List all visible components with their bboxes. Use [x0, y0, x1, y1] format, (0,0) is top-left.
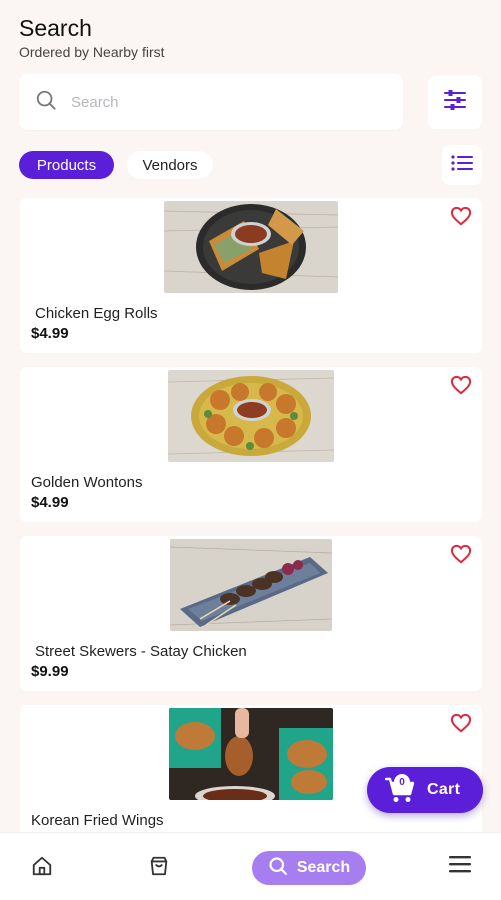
product-price: $4.99 [31, 325, 69, 342]
egg-rolls-photo [164, 201, 338, 293]
nav-search[interactable]: Search [252, 851, 366, 885]
product-card[interactable]: Golden Wontons $4.99 [20, 367, 482, 522]
list-icon [451, 154, 473, 176]
favorite-heart-icon[interactable] [450, 713, 472, 733]
home-icon [31, 855, 53, 882]
favorite-heart-icon[interactable] [450, 375, 472, 395]
page-subtitle: Ordered by Nearby first [19, 44, 165, 60]
tab-products[interactable]: Products [19, 151, 114, 179]
search-icon [35, 89, 57, 116]
product-name: Korean Fried Wings [31, 812, 164, 829]
nav-search-label: Search [296, 859, 351, 876]
product-name: Chicken Egg Rolls [35, 305, 158, 322]
nav-orders[interactable] [148, 855, 170, 882]
wontons-photo [168, 370, 334, 462]
filter-button[interactable] [428, 75, 482, 129]
tab-vendors[interactable]: Vendors [127, 151, 213, 179]
product-price: $4.99 [31, 494, 69, 511]
search-icon [268, 856, 288, 881]
product-name: Golden Wontons [31, 474, 143, 491]
shopping-bag-icon [148, 855, 170, 882]
product-card[interactable]: Chicken Egg Rolls $4.99 [20, 198, 482, 353]
search-bar[interactable] [19, 74, 403, 130]
page-title: Search [19, 15, 92, 41]
search-input[interactable] [71, 93, 371, 111]
favorite-heart-icon[interactable] [450, 206, 472, 226]
product-card[interactable]: Street Skewers - Satay Chicken $9.99 [20, 536, 482, 691]
menu-icon [449, 855, 471, 878]
product-name: Street Skewers - Satay Chicken [35, 643, 247, 660]
skewers-photo [170, 539, 332, 631]
list-view-button[interactable] [442, 145, 482, 185]
cart-button[interactable]: 0 Cart [367, 767, 483, 813]
wings-photo [169, 708, 333, 800]
cart-label: Cart [427, 781, 461, 798]
cart-icon: 0 [384, 774, 415, 803]
sliders-icon [444, 89, 466, 115]
cart-count-badge: 0 [394, 774, 410, 790]
nav-home[interactable] [31, 855, 53, 882]
bottom-nav: Search [0, 832, 501, 900]
tabs: Products Vendors [19, 151, 213, 179]
header: Search Ordered by Nearby first [19, 14, 165, 61]
product-list: Chicken Egg Rolls $4.99 Golden Wontons $… [20, 198, 482, 832]
favorite-heart-icon[interactable] [450, 544, 472, 564]
product-price: $9.99 [31, 663, 69, 680]
nav-menu[interactable] [449, 855, 471, 878]
